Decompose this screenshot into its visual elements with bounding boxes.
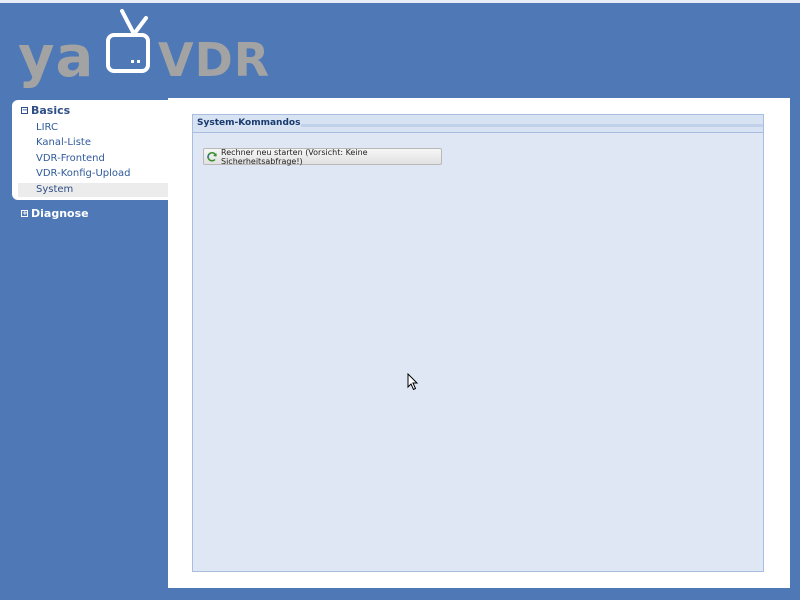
refresh-icon bbox=[207, 151, 217, 162]
panel-header: System-Kommandos bbox=[193, 115, 763, 133]
sidebar-group-label: Diagnose bbox=[31, 207, 89, 220]
sidebar-item-lirc[interactable]: LIRC bbox=[18, 121, 168, 135]
restart-computer-button[interactable]: Rechner neu starten (Vorsicht: Keine Sic… bbox=[203, 147, 442, 166]
sidebar-group-basics[interactable]: − Basics bbox=[21, 104, 70, 117]
collapse-icon: − bbox=[21, 106, 28, 114]
sidebar-item-kanal-liste[interactable]: Kanal-Liste bbox=[18, 136, 168, 150]
restart-button-label: Rechner neu starten (Vorsicht: Keine Sic… bbox=[221, 147, 368, 166]
top-border bbox=[0, 0, 800, 3]
sidebar-group-label: Basics bbox=[31, 104, 71, 117]
logo-vdr-text: VDR bbox=[158, 33, 271, 87]
sidebar-item-system[interactable]: System bbox=[18, 183, 168, 197]
yavdr-logo: ya VDR bbox=[18, 8, 278, 90]
sidebar-item-vdr-konfig-upload[interactable]: VDR-Konfig-Upload bbox=[18, 167, 168, 181]
system-commands-panel: System-Kommandos bbox=[192, 114, 764, 572]
panel-title: System-Kommandos bbox=[197, 118, 301, 128]
logo-ya-text: ya bbox=[18, 25, 95, 90]
expand-icon: + bbox=[21, 209, 28, 217]
mouse-cursor-icon bbox=[407, 373, 419, 391]
right-margin bbox=[790, 98, 800, 600]
sidebar-group-diagnose[interactable]: + Diagnose bbox=[21, 207, 89, 220]
sidebar-item-vdr-frontend[interactable]: VDR-Frontend bbox=[18, 152, 168, 166]
panel-header-rule bbox=[301, 124, 763, 127]
